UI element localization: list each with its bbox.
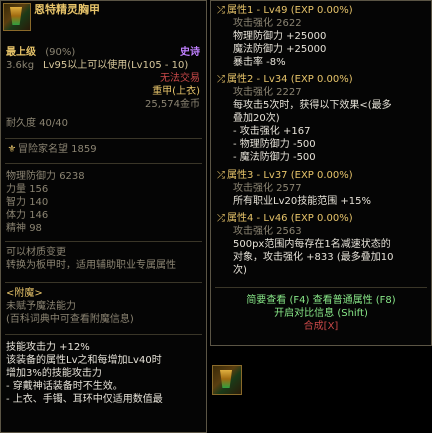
property-1-title: ⤮ 属性1 - Lv49 (EXP 0.00%): [217, 5, 353, 16]
item-grade: 最上级 (90%): [6, 47, 76, 58]
divider: [5, 241, 202, 242]
enchant-none: 未赋予魔法能力: [6, 301, 76, 312]
stat-vit: 体力 146: [6, 210, 49, 221]
compare-button[interactable]: 开启对比信息 (Shift): [211, 308, 431, 320]
stat-str: 力量 156: [6, 184, 49, 195]
property-2-title: ⤮ 属性2 - Lv34 (EXP 0.00%): [217, 74, 353, 85]
shuffle-icon: ⤮: [217, 5, 225, 16]
divider: [215, 287, 427, 288]
skill-line-3: - 穿戴神话装备时不生效。: [6, 381, 123, 392]
property-3-line: 攻击强化 2577: [233, 183, 302, 194]
convert-note: 转换为板甲时，适用辅助职业专属属性: [6, 260, 176, 271]
skill-line-1: 该装备的属性Lv之和每增加Lv40时: [6, 355, 162, 366]
shuffle-icon: ⤮: [217, 74, 225, 85]
property-2-line: 每攻击5次时，获得以下效果<(最多: [233, 100, 392, 111]
divider: [5, 282, 202, 283]
property-1-line: 物理防御力 +25000: [233, 31, 327, 42]
divider: [5, 138, 202, 139]
material-change: 可以材质变更: [6, 247, 66, 258]
skill-line-2: 增加3%的技能攻击力: [6, 368, 102, 379]
item-type: 重甲(上衣): [152, 86, 200, 97]
item-price: 25,574金币: [145, 99, 200, 110]
adventurer-fame: ⚜ 冒险家名望 1859: [7, 144, 97, 155]
trade-status: 无法交易: [160, 73, 200, 84]
property-3-title: ⤮ 属性3 - Lv37 (EXP 0.00%): [217, 170, 353, 181]
property-2-line: 叠加20次): [233, 113, 280, 124]
item-weight: 3.6kg: [6, 60, 35, 71]
property-1-line: 魔法防御力 +25000: [233, 44, 327, 55]
property-4-line: 次): [233, 265, 247, 276]
equipped-item-icon[interactable]: [212, 365, 242, 395]
property-3-line: 所有职业Lv20技能范围 +15%: [233, 196, 371, 207]
property-4-title: ⤮ 属性4 - Lv46 (EXP 0.00%): [217, 213, 353, 224]
brief-view-button[interactable]: 简要查看 (F4) 查看普通属性 (F8): [211, 295, 431, 307]
skill-line-4: - 上衣、手镯、耳环中仅适用数值最: [6, 394, 163, 405]
property-2-line: - 魔法防御力 -500: [233, 152, 316, 163]
property-2-line: - 攻击强化 +167: [233, 126, 311, 137]
shuffle-icon: ⤮: [217, 170, 225, 181]
shuffle-icon: ⤮: [217, 213, 225, 224]
enchant-header: <附魔>: [6, 288, 43, 299]
synth-button[interactable]: 合成[X]: [211, 321, 431, 333]
stat-spi: 精神 98: [6, 223, 42, 234]
item-rarity: 史诗: [180, 47, 200, 58]
divider: [5, 163, 202, 164]
item-name: 恩特精灵胸甲: [34, 3, 100, 16]
property-1-line: 攻击强化 2622: [233, 18, 302, 29]
property-2-line: - 物理防御力 -500: [233, 139, 316, 150]
skill-attack: 技能攻击力 +12%: [6, 342, 90, 353]
durability: 耐久度 40/40: [6, 118, 68, 129]
item-requirement: Lv95以上可以使用(Lv105 - 10): [43, 60, 189, 71]
property-4-line: 攻击强化 2563: [233, 226, 302, 237]
stat-int: 智力 140: [6, 197, 49, 208]
divider: [5, 334, 202, 335]
property-1-line: 暴击率 -8%: [233, 57, 286, 68]
property-2-line: 攻击强化 2227: [233, 87, 302, 98]
fame-icon: ⚜: [7, 144, 17, 155]
item-tooltip-right: ⤮ 属性1 - Lv49 (EXP 0.00%) 攻击强化 2622 物理防御力 …: [210, 0, 432, 346]
breastplate-icon: [3, 3, 31, 31]
property-4-line: 对象，攻击强化 +833 (最多叠加10: [233, 252, 394, 263]
item-tooltip-left: 恩特精灵胸甲 最上级 (90%) 史诗 3.6kg Lv95以上可以使用(Lv1…: [0, 0, 207, 433]
enchant-hint: (百科词典中可查看附魔信息): [6, 314, 134, 325]
property-4-line: 500px范围内每存在1名减速状态的: [233, 239, 391, 250]
stat-phys-def: 物理防御力 6238: [6, 171, 85, 182]
